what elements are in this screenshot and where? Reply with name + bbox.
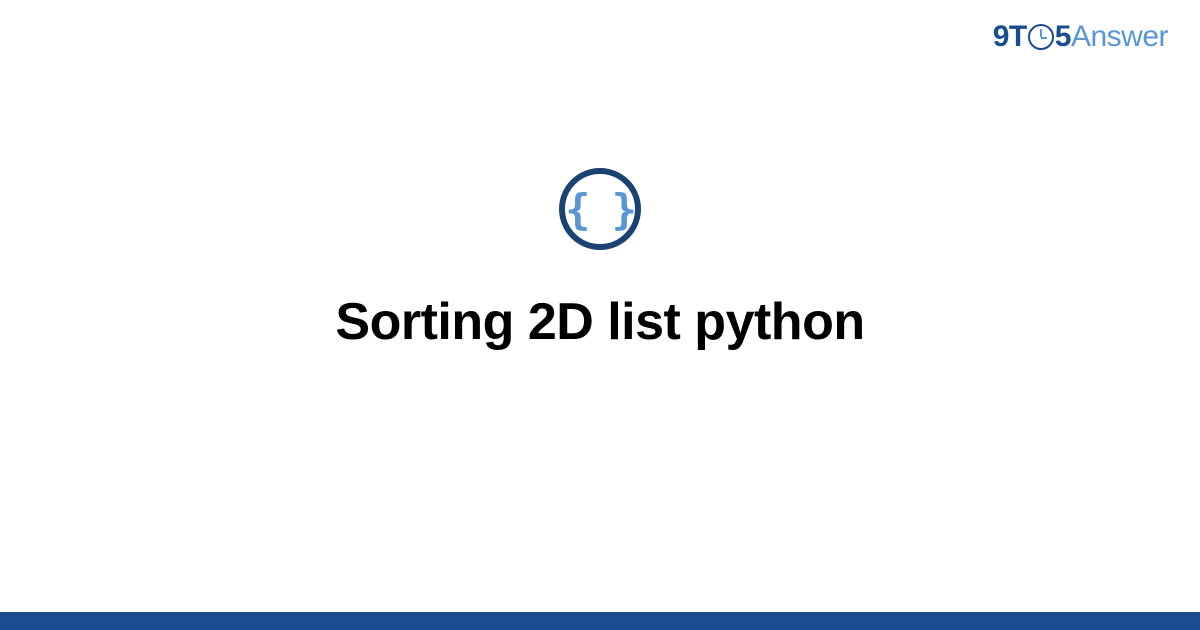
main-content: { } Sorting 2D list python bbox=[0, 0, 1200, 630]
code-braces-icon: { } bbox=[565, 185, 635, 234]
page-title: Sorting 2D list python bbox=[335, 292, 864, 352]
footer-accent-bar bbox=[0, 612, 1200, 630]
category-icon-circle: { } bbox=[559, 168, 641, 250]
